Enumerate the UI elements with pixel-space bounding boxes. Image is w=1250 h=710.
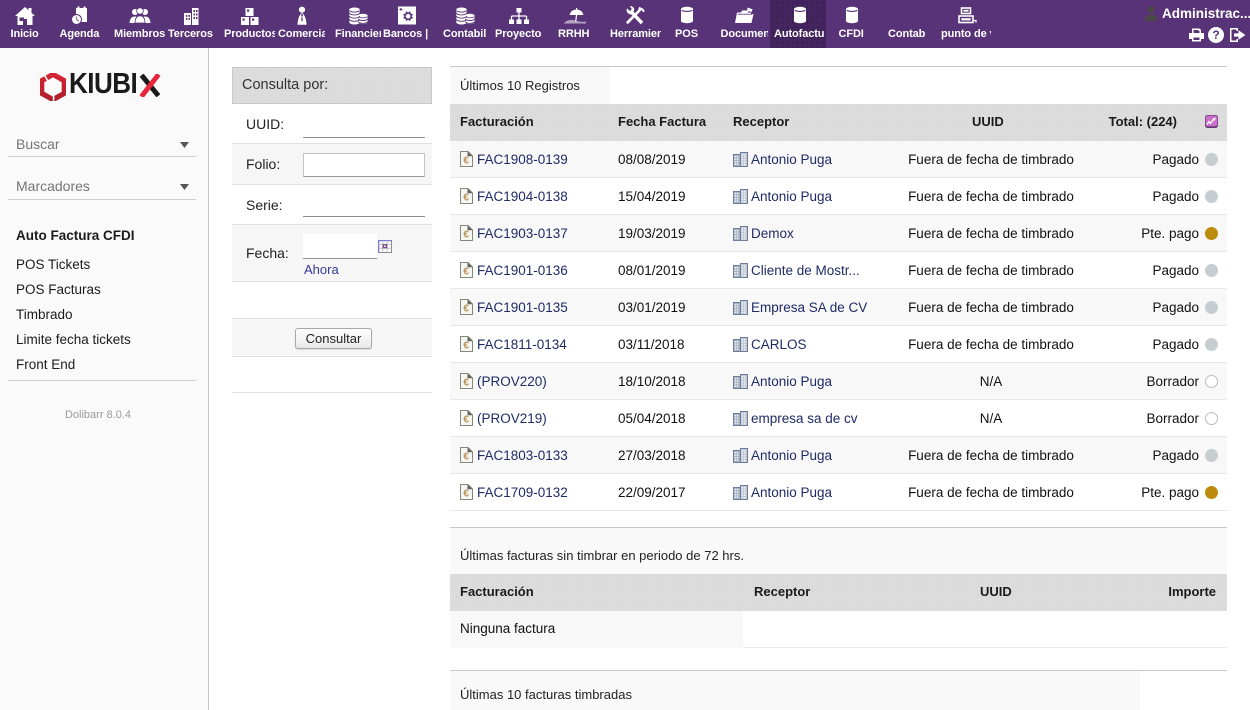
svg-text:€: € [463,303,469,315]
svg-text:€: € [463,155,469,167]
svg-text:?: ? [1212,28,1219,42]
svg-text:€: € [463,266,469,278]
svg-text:€: € [463,451,469,463]
svg-text:€: € [463,192,469,204]
svg-text:€: € [463,229,469,241]
svg-text:€: € [463,377,469,389]
svg-text:€: € [463,488,469,500]
svg-text:€: € [463,340,469,352]
svg-text:€: € [463,414,469,426]
